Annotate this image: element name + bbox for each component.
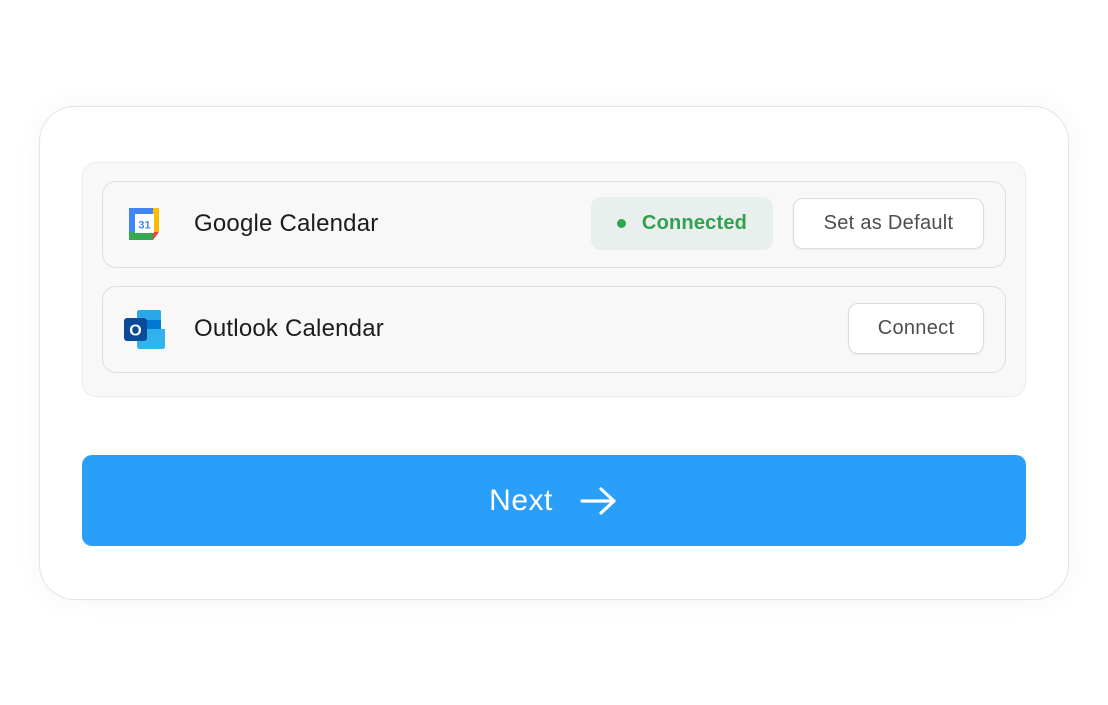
status-text: Connected [641, 212, 748, 234]
connect-button[interactable]: Connect [848, 303, 984, 354]
calendar-name: Outlook Calendar [194, 315, 384, 342]
google-calendar-icon-date: 31 [138, 220, 150, 232]
calendar-row-google: 31 Google Calendar Connected Set as Defa… [102, 181, 1006, 268]
status-dot-icon [616, 219, 626, 228]
set-as-default-button[interactable]: Set as Default [793, 198, 984, 249]
status-badge: Connected [591, 197, 773, 250]
outlook-icon-letter: O [129, 323, 141, 340]
next-button-label: Next [489, 483, 553, 517]
outlook-icon: O [124, 310, 165, 349]
calendar-name: Google Calendar [194, 210, 379, 237]
arrow-right-icon [580, 486, 616, 515]
google-calendar-icon: 31 [129, 208, 159, 240]
calendar-row-outlook: O Outlook Calendar Connect [102, 286, 1006, 373]
next-button[interactable]: Next [82, 455, 1026, 546]
